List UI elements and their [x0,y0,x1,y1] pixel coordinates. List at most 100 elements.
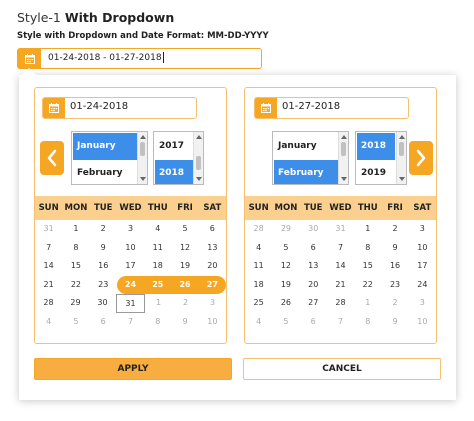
month-select-start[interactable]: January February [71,131,148,185]
month-option[interactable]: February [274,160,338,184]
cancel-button[interactable]: CANCEL [243,358,441,380]
calendar-day[interactable]: 23 [381,276,408,295]
calendar-day[interactable]: 28 [35,294,62,313]
calendar-day[interactable]: 28 [245,220,272,239]
calendar-day[interactable]: 11 [245,257,272,276]
calendar-day[interactable]: 22 [354,276,381,295]
calendar-day[interactable]: 27 [198,275,226,294]
calendar-day[interactable]: 30 [300,220,327,239]
calendar-day[interactable]: 23 [90,276,117,295]
calendar-day[interactable]: 10 [409,239,436,258]
calendar-day[interactable]: 24 [409,276,436,295]
calendar-day[interactable]: 7 [327,313,354,332]
date-range-input[interactable]: 01-24-2018 - 01-27-2018 [17,48,262,69]
calendar-day[interactable]: 2 [90,220,117,239]
calendar-day[interactable]: 21 [327,276,354,295]
end-date-input[interactable]: 01-27-2018 [254,97,409,119]
month-option[interactable]: January [274,133,338,160]
calendar-day[interactable]: 3 [117,220,144,239]
calendar-icon[interactable] [43,98,65,118]
scrollbar[interactable] [338,132,348,184]
calendar-day[interactable]: 4 [144,220,171,239]
calendar-day[interactable]: 24 [116,275,145,294]
calendar-day[interactable]: 8 [144,313,171,332]
calendar-day[interactable]: 2 [381,220,408,239]
calendar-day[interactable]: 3 [409,220,436,239]
calendar-day[interactable]: 31 [327,220,354,239]
calendar-day[interactable]: 2 [381,294,408,313]
calendar-day[interactable]: 6 [300,239,327,258]
year-option[interactable]: 2019 [357,160,395,184]
calendar-day[interactable]: 4 [35,313,62,332]
calendar-day[interactable]: 27 [300,294,327,313]
calendar-day[interactable]: 28 [327,294,354,313]
calendar-day[interactable]: 5 [62,313,89,332]
calendar-day[interactable]: 31 [35,220,62,239]
month-select-end[interactable]: January February [272,131,349,185]
calendar-day[interactable]: 8 [62,239,89,258]
calendar-day[interactable]: 25 [144,275,172,294]
calendar-day[interactable]: 6 [90,313,117,332]
calendar-day[interactable]: 20 [300,276,327,295]
calendar-day[interactable]: 15 [354,257,381,276]
calendar-day[interactable]: 7 [117,313,144,332]
calendar-day[interactable]: 14 [327,257,354,276]
calendar-day[interactable]: 29 [272,220,299,239]
calendar-day[interactable]: 11 [144,239,171,258]
calendar-day[interactable]: 20 [199,257,226,276]
calendar-day[interactable]: 6 [300,313,327,332]
calendar-day[interactable]: 5 [272,239,299,258]
scrollbar[interactable] [396,132,406,184]
calendar-day[interactable]: 4 [245,239,272,258]
calendar-day[interactable]: 18 [245,276,272,295]
calendar-day[interactable]: 17 [409,257,436,276]
calendar-day[interactable]: 26 [171,275,199,294]
calendar-day[interactable]: 5 [272,313,299,332]
calendar-day[interactable]: 31 [116,294,145,313]
calendar-day[interactable]: 21 [35,276,62,295]
calendar-day[interactable]: 7 [327,239,354,258]
month-option[interactable]: February [73,160,137,184]
calendar-day[interactable]: 5 [171,220,198,239]
prev-month-button[interactable] [40,141,64,175]
calendar-day[interactable]: 9 [381,239,408,258]
calendar-day[interactable]: 17 [117,257,144,276]
calendar-day[interactable]: 3 [199,294,226,313]
apply-button[interactable]: APPLY [34,358,232,380]
next-month-button[interactable] [409,141,433,175]
calendar-day[interactable]: 13 [199,239,226,258]
calendar-day[interactable]: 10 [117,239,144,258]
calendar-day[interactable]: 16 [90,257,117,276]
calendar-day[interactable]: 8 [354,239,381,258]
calendar-day[interactable]: 10 [199,313,226,332]
start-date-input[interactable]: 01-24-2018 [42,97,197,119]
calendar-icon[interactable] [18,49,41,68]
calendar-day[interactable]: 7 [35,239,62,258]
year-select-start[interactable]: 2017 2018 [153,131,204,185]
scrollbar[interactable] [137,132,147,184]
scrollbar[interactable] [193,132,203,184]
calendar-day[interactable]: 1 [145,294,172,313]
calendar-day[interactable]: 6 [199,220,226,239]
calendar-day[interactable]: 26 [272,294,299,313]
calendar-day[interactable]: 16 [381,257,408,276]
calendar-day[interactable]: 8 [354,313,381,332]
calendar-day[interactable]: 10 [409,313,436,332]
year-select-end[interactable]: 2018 2019 [355,131,407,185]
calendar-day[interactable]: 12 [272,257,299,276]
calendar-day[interactable]: 14 [35,257,62,276]
year-option[interactable]: 2018 [155,160,193,184]
calendar-day[interactable]: 19 [272,276,299,295]
calendar-day[interactable]: 29 [62,294,89,313]
calendar-day[interactable]: 9 [171,313,198,332]
calendar-day[interactable]: 22 [62,276,89,295]
calendar-day[interactable]: 13 [300,257,327,276]
calendar-day[interactable]: 12 [171,239,198,258]
calendar-day[interactable]: 1 [354,220,381,239]
calendar-day[interactable]: 18 [144,257,171,276]
calendar-icon[interactable] [255,98,277,118]
year-option[interactable]: 2018 [357,133,395,160]
month-option[interactable]: January [73,133,137,160]
calendar-day[interactable]: 15 [62,257,89,276]
calendar-day[interactable]: 9 [90,239,117,258]
